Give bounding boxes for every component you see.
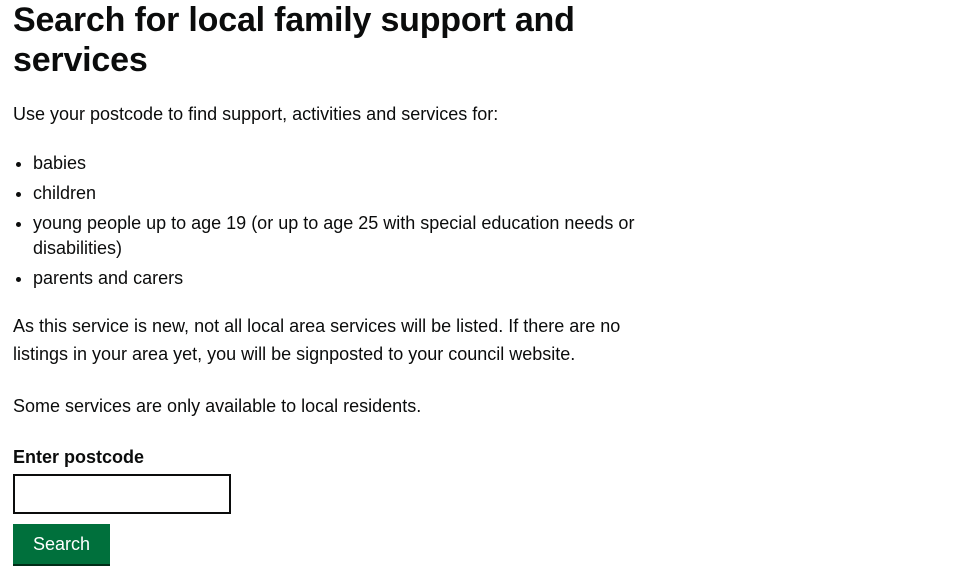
list-item: young people up to age 19 (or up to age …: [33, 211, 653, 261]
list-item: babies: [33, 151, 653, 176]
postcode-label: Enter postcode: [13, 447, 145, 467]
audience-list: babies children young people up to age 1…: [13, 151, 653, 296]
main-content: Search for local family support and serv…: [13, 0, 653, 564]
search-button[interactable]: Search: [13, 524, 110, 564]
intro-text: Use your postcode to find support, activ…: [13, 104, 499, 124]
postcode-input[interactable]: [13, 474, 231, 514]
new-service-notice: As this service is new, not all local ar…: [13, 316, 621, 364]
list-item: children: [33, 181, 653, 206]
residents-note: Some services are only available to loca…: [13, 396, 422, 416]
page-title: Search for local family support and serv…: [13, 1, 575, 79]
list-item: parents and carers: [33, 266, 653, 291]
page: Search for local family support and serv…: [0, 0, 960, 574]
